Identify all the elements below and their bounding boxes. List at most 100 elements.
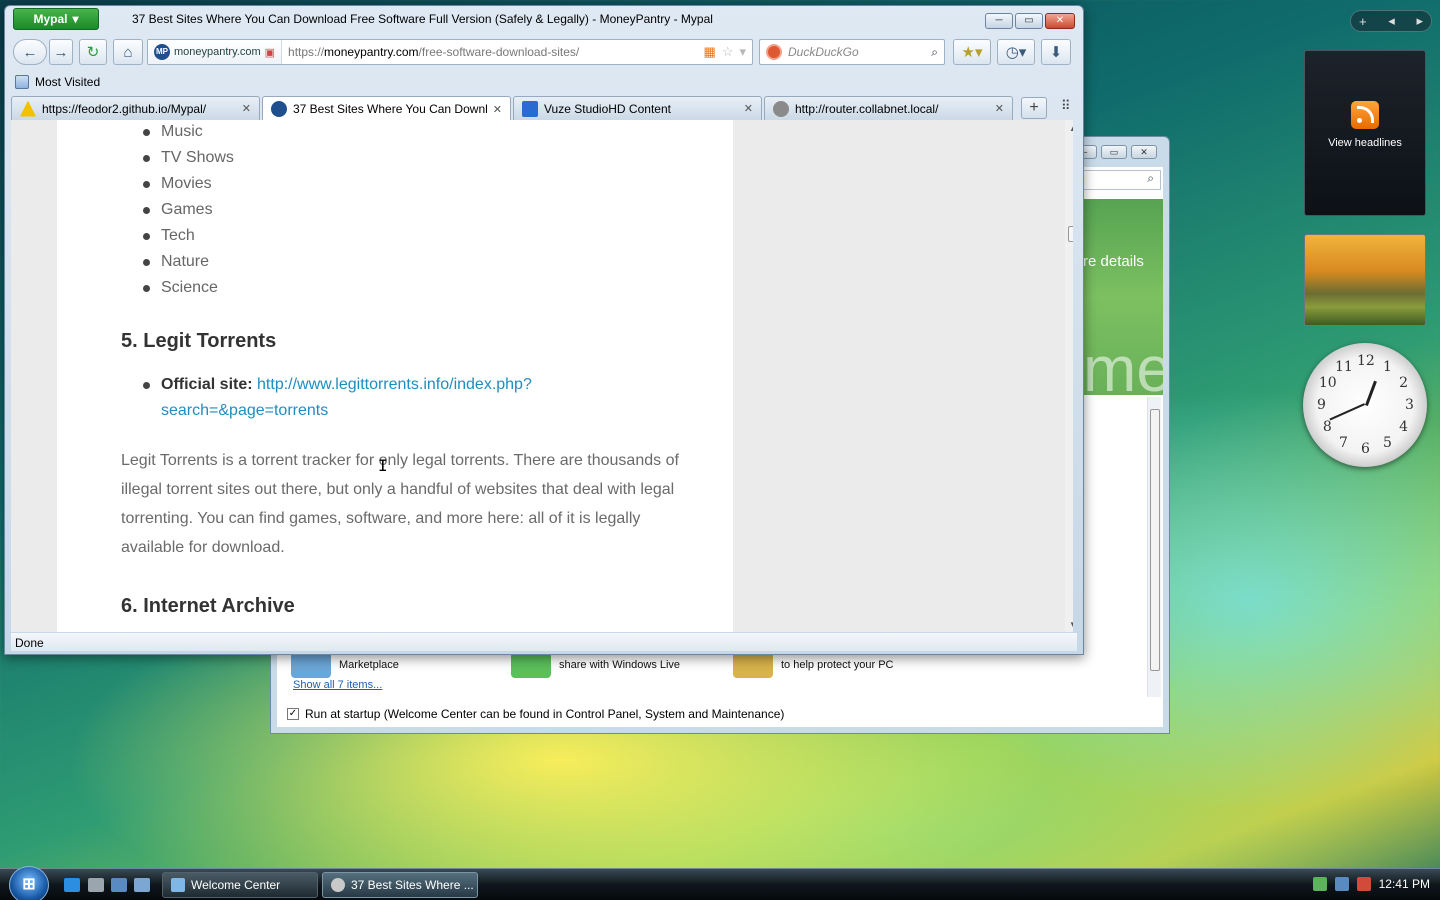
network-icon[interactable]	[1334, 877, 1349, 891]
clock-numeral: 9	[1317, 397, 1326, 413]
url-text[interactable]: https://moneypantry.com/free-software-do…	[282, 45, 704, 59]
system-tray: 12:41 PM	[1312, 877, 1430, 891]
list-item: Music	[161, 123, 203, 140]
tab-router[interactable]: http://router.collabnet.local/ ✕	[764, 96, 1013, 120]
app-menu-button[interactable]: Mypal ▾	[13, 8, 99, 30]
welcome-scrollbar[interactable]	[1147, 397, 1161, 697]
list-item: Science	[161, 279, 218, 296]
section-heading: 6. Internet Archive	[121, 595, 295, 617]
maximize-button[interactable]: ▭	[1015, 13, 1043, 29]
clock-numeral: 3	[1405, 397, 1414, 413]
more-details-link[interactable]: re details	[1083, 253, 1144, 270]
clock-time[interactable]: 12:41 PM	[1379, 877, 1430, 891]
view-headlines-label: View headlines	[1328, 137, 1402, 149]
close-button[interactable]: ✕	[1131, 145, 1157, 159]
list-item: Nature	[161, 253, 210, 270]
search-input[interactable]: DuckDuckGo	[788, 45, 925, 59]
browser-window: Mypal ▾ 37 Best Sites Where You Can Down…	[4, 5, 1084, 655]
reload-icon: ↻	[86, 44, 100, 61]
run-at-startup[interactable]: ✓ Run at startup (Welcome Center can be …	[287, 707, 784, 721]
text-cursor-icon: I	[378, 456, 388, 475]
internet-explorer-icon[interactable]	[64, 878, 80, 892]
clock-gadget[interactable]: 12 1 2 3 4 5 6 7 8 9 10 11	[1303, 343, 1427, 467]
taskbar-browser[interactable]: 37 Best Sites Where ...	[322, 872, 478, 898]
show-all-items-link[interactable]: Show all 7 items...	[293, 679, 382, 691]
official-site-item: Official site: http://www.legittorrents.…	[143, 372, 631, 424]
wc-item-windows-live[interactable]: share with Windows Live	[511, 652, 680, 678]
duckduckgo-icon[interactable]	[766, 44, 782, 60]
security-tray-icon[interactable]	[1312, 877, 1327, 891]
rss-feed-icon[interactable]: ▦	[704, 44, 716, 60]
globe-icon	[773, 100, 789, 117]
most-visited-bookmark[interactable]: Most Visited	[35, 75, 100, 89]
history-button[interactable]: ◷▾	[997, 39, 1035, 65]
tab-close-icon[interactable]: ✕	[493, 103, 502, 116]
article-paragraph: Legit Torrents is a torrent tracker for …	[121, 452, 679, 556]
taskbar-welcome-center[interactable]: Welcome Center	[162, 872, 318, 898]
next-gadget-arrow-icon[interactable]: ▸	[1416, 13, 1423, 29]
reload-button[interactable]: ↻	[79, 39, 107, 65]
feed-headlines-gadget[interactable]: View headlines	[1304, 50, 1426, 216]
clock-numeral: 4	[1399, 419, 1409, 435]
slideshow-gadget[interactable]	[1304, 234, 1426, 326]
title-bar[interactable]: Mypal ▾ 37 Best Sites Where You Can Down…	[5, 6, 1083, 34]
scroll-down-icon[interactable]: ▼	[1069, 620, 1073, 629]
url-bar[interactable]: MP moneypantry.com ▣ https://moneypantry…	[147, 39, 753, 65]
tab-mypal[interactable]: https://feodor2.github.io/Mypal/ ✕	[11, 96, 260, 120]
start-button[interactable]: ⊞	[9, 866, 49, 900]
search-icon[interactable]: ⌕	[931, 45, 938, 60]
page-viewport[interactable]: Music TV Shows Movies Games Tech Nature …	[11, 120, 1073, 632]
wc-item-protect-pc[interactable]: to help protect your PC	[733, 652, 894, 678]
startup-checkbox[interactable]: ✓	[287, 708, 299, 720]
app-menu-label: Mypal	[33, 12, 68, 26]
minimize-button[interactable]: ─	[985, 13, 1013, 29]
forward-button[interactable]: →	[49, 39, 73, 65]
add-gadget-button[interactable]: +	[1359, 14, 1367, 29]
volume-muted-icon[interactable]	[1356, 877, 1371, 891]
mypal-launcher-icon[interactable]	[88, 878, 104, 892]
tab-close-icon[interactable]: ✕	[995, 102, 1004, 115]
official-site-label: Official site:	[161, 376, 253, 393]
welcome-banner[interactable]: re details me	[1083, 199, 1163, 395]
clock-numeral: 2	[1399, 375, 1409, 391]
scroll-thumb[interactable]	[1150, 409, 1160, 671]
new-tab-button[interactable]: +	[1021, 97, 1047, 119]
close-button[interactable]: ✕	[1045, 13, 1075, 29]
search-bar[interactable]: DuckDuckGo ⌕	[759, 39, 945, 65]
all-tabs-icon[interactable]: ⠿	[1061, 98, 1071, 114]
back-button[interactable]: ←	[13, 39, 47, 65]
home-button[interactable]: ⌂	[113, 39, 143, 65]
scroll-thumb[interactable]	[1068, 226, 1073, 242]
maximize-button[interactable]: ▭	[1101, 145, 1127, 159]
clock-numeral: 8	[1322, 419, 1332, 435]
clock-numeral: 10	[1318, 375, 1337, 391]
tab-close-icon[interactable]: ✕	[744, 102, 753, 115]
startup-label: Run at startup (Welcome Center can be fo…	[305, 707, 785, 721]
downloads-button[interactable]: ⬇	[1041, 39, 1071, 65]
taskbar-label: Welcome Center	[191, 878, 281, 892]
clock-numeral: 1	[1383, 358, 1392, 375]
bookmark-star-icon[interactable]: ☆	[722, 44, 734, 60]
bookmarks-icon: ★▾	[961, 44, 983, 61]
site-identity[interactable]: MP moneypantry.com ▣	[148, 40, 283, 64]
page-scrollbar[interactable]: ▲ ▼	[1065, 120, 1073, 632]
tab-moneypantry[interactable]: 37 Best Sites Where You Can Downlo... ✕	[262, 96, 511, 121]
show-desktop-icon[interactable]	[111, 878, 127, 892]
url-dropdown-icon[interactable]: ▾	[739, 44, 746, 60]
forward-arrow-icon: →	[53, 43, 69, 61]
prev-gadget-arrow-icon[interactable]: ◂	[1388, 13, 1395, 29]
hour-hand	[1365, 380, 1377, 407]
article-body: Music TV Shows Movies Games Tech Nature …	[57, 120, 733, 632]
tab-vuze[interactable]: Vuze StudioHD Content ✕	[513, 96, 762, 120]
clock-numeral: 5	[1383, 435, 1392, 452]
tab-close-icon[interactable]: ✕	[242, 102, 251, 115]
bookmarks-menu-button[interactable]: ★▾	[953, 39, 991, 65]
home-icon: ⌂	[123, 43, 133, 61]
chevron-down-icon: ▾	[72, 12, 79, 26]
welcome-search-icon[interactable]: ⌕	[1077, 170, 1161, 190]
clock-numeral: 7	[1339, 435, 1348, 452]
wc-item-marketplace[interactable]: Marketplace	[291, 652, 399, 678]
switch-windows-icon[interactable]	[134, 878, 150, 892]
scroll-up-icon[interactable]: ▲	[1069, 124, 1073, 133]
permissions-icon: ▣	[264, 46, 276, 59]
